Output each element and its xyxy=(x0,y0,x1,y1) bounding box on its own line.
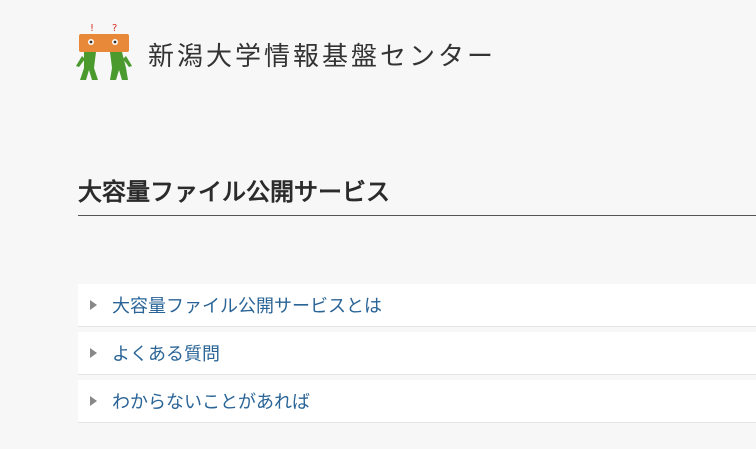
menu-item-label: よくある質問 xyxy=(112,344,220,365)
menu-item-label: わからないことがあれば xyxy=(112,392,310,413)
site-name[interactable]: 新潟大学情報基盤センター xyxy=(148,36,496,73)
title-divider xyxy=(78,215,756,216)
accordion-menu: 大容量ファイル公開サービスとは よくある質問 わからないことがあれば xyxy=(78,284,756,428)
triangle-right-icon xyxy=(90,348,97,358)
menu-item-label: 大容量ファイル公開サービスとは xyxy=(112,296,382,317)
triangle-right-icon xyxy=(90,300,97,310)
menu-item-faq[interactable]: よくある質問 xyxy=(78,332,756,375)
svg-text:?: ? xyxy=(112,23,117,34)
mascot-logo-icon[interactable]: ! ? xyxy=(76,22,132,82)
svg-text:!: ! xyxy=(90,23,94,34)
page-title: 大容量ファイル公開サービス xyxy=(78,178,390,206)
site-header: ! ? 新潟大学情報基盤センター xyxy=(76,22,676,82)
menu-item-contact[interactable]: わからないことがあれば xyxy=(78,380,756,423)
triangle-right-icon xyxy=(90,396,97,406)
menu-item-about[interactable]: 大容量ファイル公開サービスとは xyxy=(78,284,756,327)
